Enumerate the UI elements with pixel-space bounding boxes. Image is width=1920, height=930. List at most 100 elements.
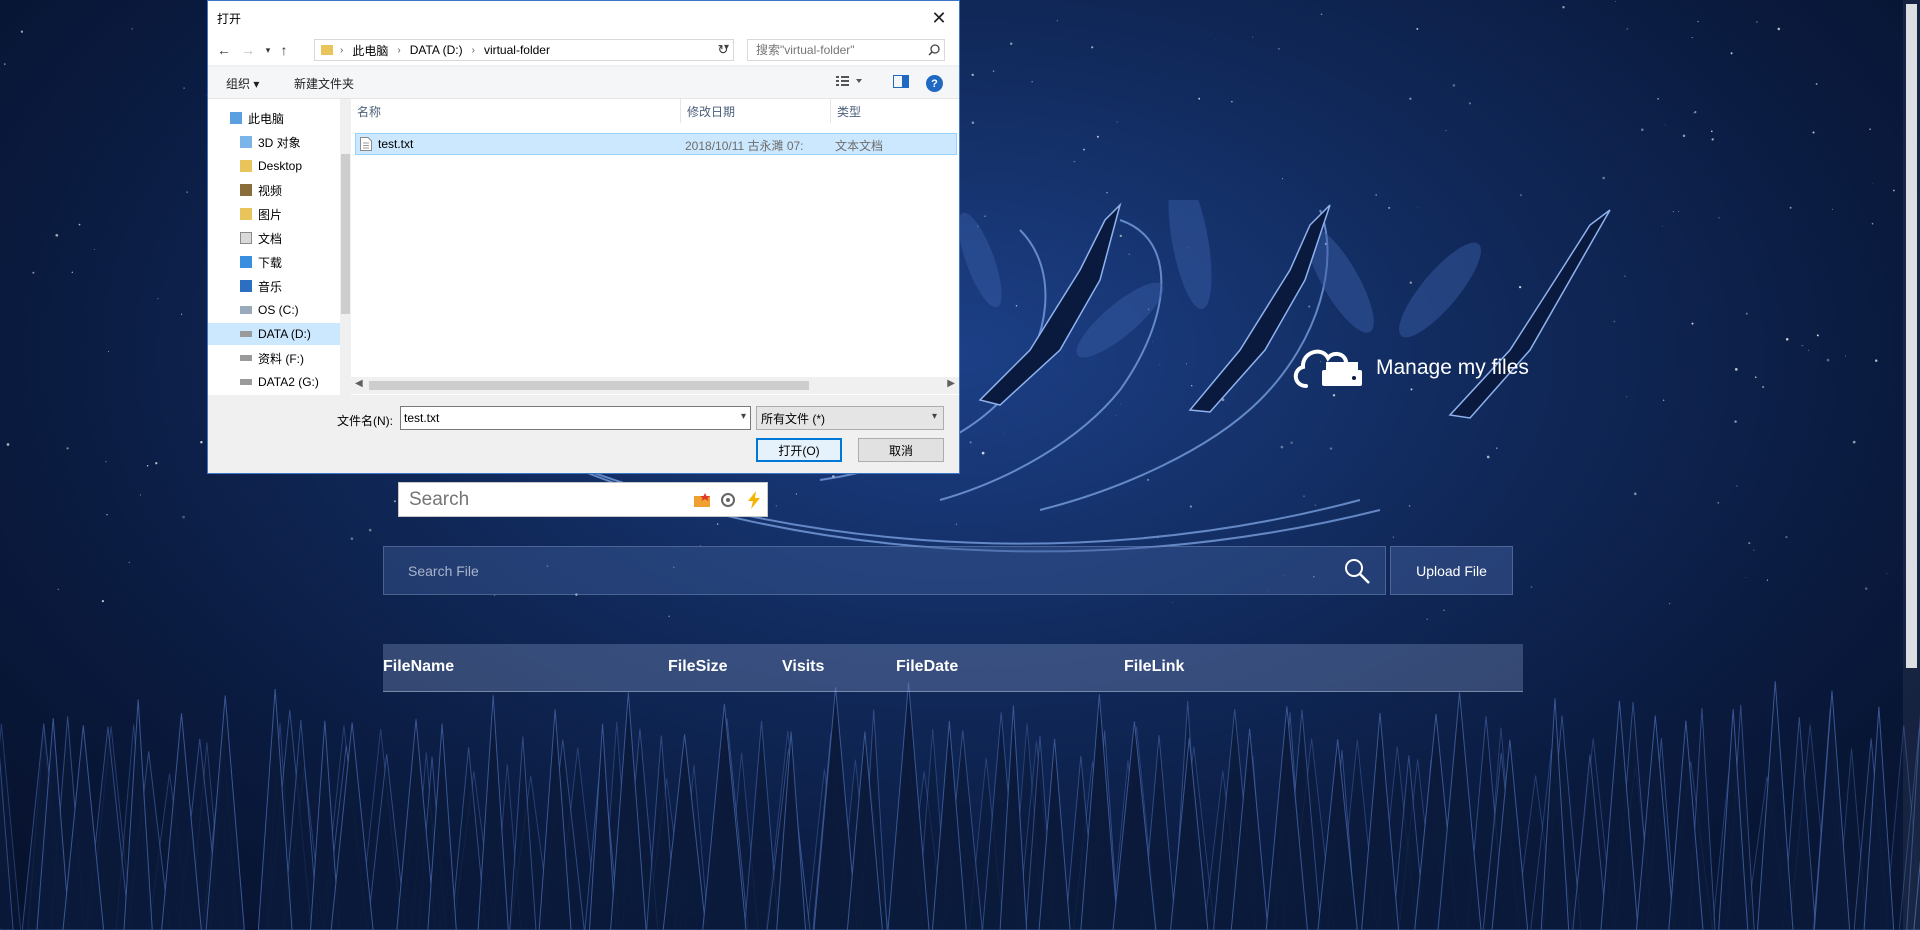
file-list-hscrollbar[interactable]: ◀ ▶	[351, 377, 959, 394]
forward-arrow-icon[interactable]: →	[238, 40, 258, 60]
new-folder-button[interactable]: 新建文件夹	[294, 75, 354, 92]
navigation-pane: 此电脑 3D 对象 Desktop 视频 图片 文档 下载 音乐 OS (C:)…	[208, 99, 351, 395]
close-icon[interactable]: ✕	[919, 1, 959, 35]
videos-icon	[240, 184, 252, 196]
view-options-icon[interactable]	[836, 75, 864, 90]
cancel-button[interactable]: 取消	[858, 438, 944, 462]
text-file-icon	[360, 137, 372, 154]
file-list-hscroll-thumb[interactable]	[369, 381, 809, 390]
nav-item-label: DATA (D:)	[258, 327, 311, 341]
downloads-icon	[240, 256, 252, 268]
drive-icon	[240, 331, 252, 337]
scroll-left-arrow-icon[interactable]: ◀	[355, 378, 363, 389]
filename-value: test.txt	[404, 411, 440, 425]
search-icon[interactable]	[924, 44, 944, 56]
breadcrumb-separator-icon: ›	[397, 44, 401, 56]
dialog-search-box[interactable]	[747, 39, 945, 61]
nav-item-label: 资料 (F:)	[258, 351, 304, 366]
dialog-title-bar[interactable]: 打开 ✕	[208, 1, 959, 35]
up-arrow-icon[interactable]: ↑	[274, 40, 294, 60]
os-drive-icon	[240, 306, 252, 314]
breadcrumb-drive[interactable]: DATA (D:)	[404, 43, 469, 57]
nav-item-label: 此电脑	[248, 111, 285, 126]
preview-pane-icon[interactable]	[893, 75, 909, 91]
search-icon[interactable]	[1329, 557, 1385, 585]
nav-item-music[interactable]: 音乐	[208, 275, 340, 297]
nav-item-desktop[interactable]: Desktop	[208, 155, 340, 177]
help-icon[interactable]: ?	[926, 75, 943, 92]
lightning-icon[interactable]	[741, 487, 767, 513]
nav-item-label: 图片	[258, 207, 283, 222]
open-button[interactable]: 打开(O)	[756, 438, 842, 462]
breadcrumb-separator-icon: ›	[471, 44, 475, 56]
chevron-down-icon[interactable]: ▾	[932, 411, 937, 422]
breadcrumb-separator-icon: ›	[340, 44, 344, 56]
nav-item-g-drive[interactable]: DATA2 (G:)	[208, 371, 340, 393]
nav-item-label: 下载	[258, 255, 283, 270]
breadcrumb-this-pc[interactable]: 此电脑	[346, 42, 394, 59]
3d-objects-icon	[240, 136, 252, 148]
nav-item-label: Desktop	[258, 159, 303, 173]
column-filename[interactable]: FileName	[383, 658, 454, 676]
nav-pane-scrollbar-thumb[interactable]	[341, 154, 350, 314]
filename-label: 文件名(N):	[337, 414, 393, 428]
page-scrollbar[interactable]	[1903, 0, 1920, 930]
nav-item-label: 音乐	[258, 279, 283, 294]
cloud-drive-icon	[1293, 349, 1362, 388]
file-type: 文本文档	[835, 139, 884, 153]
search-file-bar	[383, 546, 1386, 595]
breadcrumb-folder[interactable]: virtual-folder	[478, 43, 556, 57]
column-name[interactable]: 名称	[351, 99, 681, 123]
nav-item-f-drive[interactable]: 资料 (F:)	[208, 347, 340, 369]
column-filedate[interactable]: FileDate	[896, 658, 958, 676]
page-scrollbar-thumb[interactable]	[1906, 4, 1917, 668]
nav-item-label: 视频	[258, 183, 283, 198]
back-arrow-icon[interactable]: ←	[214, 40, 234, 60]
nav-item-documents[interactable]: 文档	[208, 227, 340, 249]
nav-item-downloads[interactable]: 下载	[208, 251, 340, 273]
file-modified: 2018/10/11 古永濉 07:	[685, 139, 804, 153]
folder-icon	[321, 45, 333, 55]
mini-search-box[interactable]	[398, 482, 768, 517]
nav-pane-scrollbar[interactable]	[340, 99, 351, 395]
scroll-right-arrow-icon[interactable]: ▶	[947, 378, 955, 389]
computer-icon	[230, 112, 242, 124]
search-file-input[interactable]	[384, 562, 1329, 579]
nav-item-label: DATA2 (G:)	[258, 375, 319, 389]
nav-item-label: 3D 对象	[258, 135, 301, 150]
settings-icon[interactable]	[715, 487, 741, 513]
column-date-modified[interactable]: 修改日期	[681, 99, 831, 123]
dialog-search-input[interactable]	[748, 43, 924, 57]
column-visits[interactable]: Visits	[782, 658, 824, 676]
file-row[interactable]: test.txt 2018/10/11 古永濉 07: 文本文档	[355, 133, 957, 155]
dialog-toolbar: 组织 ▾ 新建文件夹 ?	[208, 67, 959, 99]
upload-file-button[interactable]: Upload File	[1390, 546, 1513, 595]
manage-files-link[interactable]: Manage my files	[1288, 340, 1529, 396]
file-type-value: 所有文件 (*)	[761, 411, 825, 426]
nav-item-videos[interactable]: 视频	[208, 179, 340, 201]
organize-menu[interactable]: 组织 ▾	[226, 75, 259, 92]
desktop-folder-icon	[240, 160, 252, 172]
folder-star-icon[interactable]	[689, 487, 715, 513]
nav-item-3d-objects[interactable]: 3D 对象	[208, 131, 340, 153]
file-table-header: FileName FileSize Visits FileDate FileLi…	[383, 644, 1523, 692]
file-open-dialog: 打开 ✕ ← → ▾ ↑ › 此电脑 › DATA (D:) › virtual…	[207, 0, 960, 474]
pictures-icon	[240, 208, 252, 220]
mini-search-input[interactable]	[399, 483, 689, 516]
filename-field[interactable]: test.txt ▾	[400, 406, 751, 430]
drive-icon	[240, 355, 252, 361]
nav-item-os-c[interactable]: OS (C:)	[208, 299, 340, 321]
nav-item-label: 文档	[258, 231, 283, 246]
column-filesize[interactable]: FileSize	[668, 658, 728, 676]
nav-item-this-pc[interactable]: 此电脑	[208, 107, 340, 129]
chevron-down-icon[interactable]: ▾	[741, 411, 746, 422]
dialog-title: 打开	[217, 12, 242, 26]
address-bar[interactable]: › 此电脑 › DATA (D:) › virtual-folder ▾	[314, 39, 734, 61]
nav-item-pictures[interactable]: 图片	[208, 203, 340, 225]
drive-icon	[240, 379, 252, 385]
file-type-select[interactable]: 所有文件 (*) ▾	[756, 406, 944, 430]
column-filelink[interactable]: FileLink	[1124, 658, 1184, 676]
refresh-icon[interactable]: ↻	[713, 39, 733, 61]
nav-item-data-d[interactable]: DATA (D:)	[208, 323, 340, 345]
column-type[interactable]: 类型	[831, 99, 959, 123]
